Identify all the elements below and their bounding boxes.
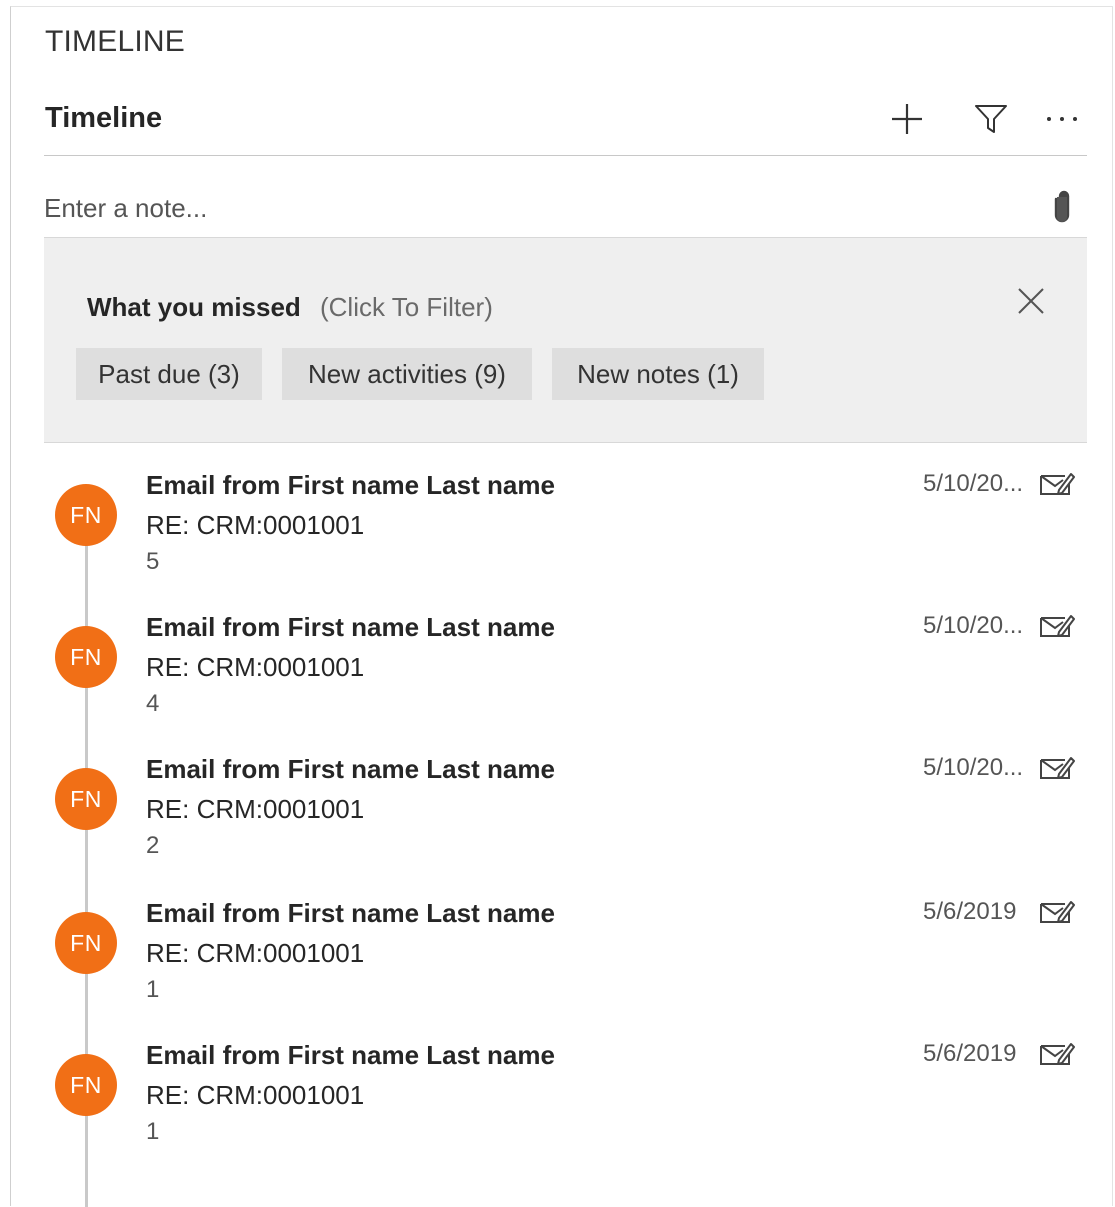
avatar: FN	[55, 768, 117, 830]
close-icon[interactable]	[1014, 284, 1048, 318]
item-subject: RE: CRM:0001001	[146, 794, 365, 824]
item-subject: RE: CRM:0001001	[146, 1080, 365, 1110]
item-body: 4	[146, 690, 160, 717]
avatar: FN	[55, 1054, 117, 1116]
timeline-title: Timeline	[45, 102, 163, 134]
avatar: FN	[55, 626, 117, 688]
paperclip-icon[interactable]	[1049, 187, 1075, 225]
item-date: 5/6/2019	[923, 1040, 1017, 1067]
add-icon[interactable]	[887, 99, 927, 139]
item-body: 1	[146, 976, 160, 1003]
item-body: 5	[146, 548, 160, 575]
timeline-item[interactable]: FN Email from First name Last name RE: C…	[11, 612, 1114, 766]
item-date: 5/10/20...	[923, 612, 1024, 639]
chip-past-due[interactable]: Past due (3)	[76, 348, 262, 400]
email-icon[interactable]	[1039, 1040, 1075, 1070]
more-icon[interactable]	[1042, 99, 1082, 139]
item-subject: RE: CRM:0001001	[146, 510, 365, 540]
avatar: FN	[55, 912, 117, 974]
item-date: 5/10/20...	[923, 754, 1024, 781]
missed-title: What you missed	[87, 292, 301, 322]
email-icon[interactable]	[1039, 612, 1075, 642]
item-date: 5/6/2019	[923, 898, 1017, 925]
item-title[interactable]: Email from First name Last name	[146, 898, 555, 929]
email-icon[interactable]	[1039, 470, 1075, 500]
timeline-item[interactable]: FN Email from First name Last name RE: C…	[11, 754, 1114, 908]
note-row	[44, 157, 1087, 237]
item-body: 1	[146, 1118, 160, 1145]
item-title[interactable]: Email from First name Last name	[146, 1040, 555, 1071]
note-input[interactable]	[44, 190, 1004, 226]
item-title[interactable]: Email from First name Last name	[146, 754, 555, 785]
email-icon[interactable]	[1039, 754, 1075, 784]
item-title[interactable]: Email from First name Last name	[146, 612, 555, 643]
timeline-item[interactable]: FN Email from First name Last name RE: C…	[11, 470, 1114, 624]
what-you-missed-panel: What you missed (Click To Filter) Past d…	[44, 237, 1087, 443]
chip-new-notes[interactable]: New notes (1)	[552, 348, 764, 400]
item-subject: RE: CRM:0001001	[146, 652, 365, 682]
email-icon[interactable]	[1039, 898, 1075, 928]
filter-icon[interactable]	[971, 99, 1011, 139]
missed-hint[interactable]: (Click To Filter)	[320, 292, 493, 323]
item-title[interactable]: Email from First name Last name	[146, 470, 555, 501]
item-date: 5/10/20...	[923, 470, 1024, 497]
section-title: TIMELINE	[45, 25, 185, 58]
timeline-item[interactable]: FN Email from First name Last name RE: C…	[11, 1040, 1114, 1194]
avatar: FN	[55, 484, 117, 546]
timeline-header: Timeline	[44, 87, 1087, 156]
item-body: 2	[146, 832, 160, 859]
item-subject: RE: CRM:0001001	[146, 938, 365, 968]
chip-new-activities[interactable]: New activities (9)	[282, 348, 532, 400]
timeline-panel: TIMELINE Timeline Enter a note... What y…	[10, 6, 1114, 1207]
timeline-item[interactable]: FN Email from First name Last name RE: C…	[11, 898, 1114, 1052]
